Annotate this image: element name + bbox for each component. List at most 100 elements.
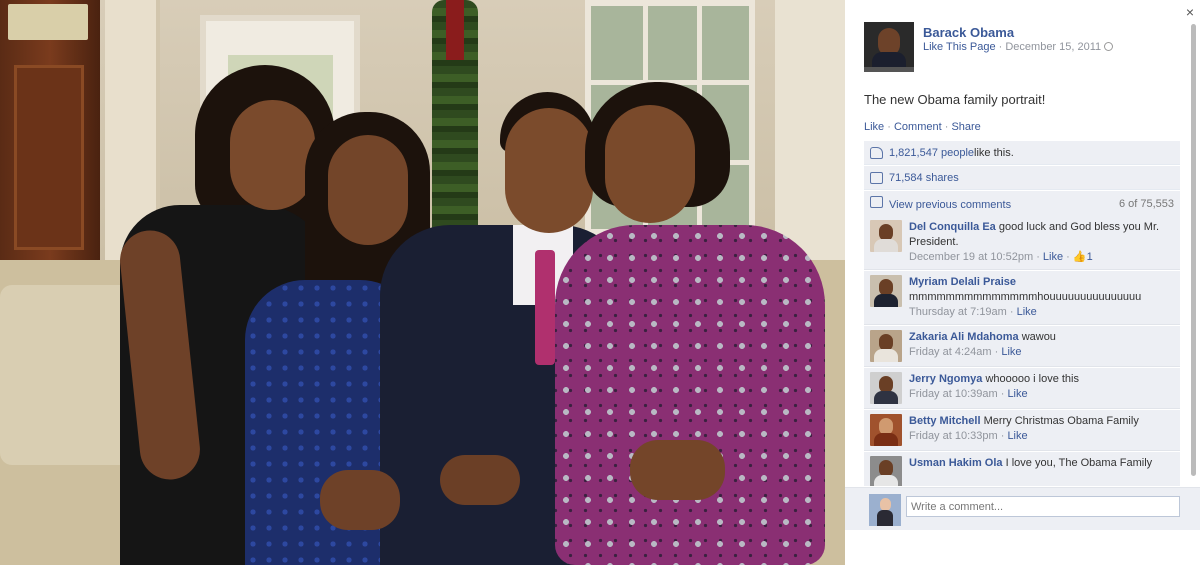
comment-text: wawou	[1021, 331, 1056, 343]
thumbs-up-icon	[870, 146, 883, 159]
comment-meta: Friday at 10:33pm · Like	[909, 430, 1028, 442]
avatar-body	[874, 475, 898, 486]
comment-item: Myriam Delali Praise mmmmmmmmmmmmmmhouuu…	[864, 271, 1180, 325]
commenter-name[interactable]: Zakaria Ali Mdahoma	[909, 331, 1019, 343]
post-side-panel: × Barack Obama Like This Page · December…	[845, 0, 1200, 565]
comment-meta: Friday at 10:39am · Like	[909, 388, 1028, 400]
commenter-avatar[interactable]	[870, 275, 902, 307]
post-header: Barack Obama Like This Page · December 1…	[864, 22, 1184, 74]
avatar-body	[874, 391, 898, 404]
comment-meta: Thursday at 7:19am · Like	[909, 306, 1037, 318]
photo-stage[interactable]	[0, 0, 845, 565]
previous-comments-row: View previous comments 6 of 75,553	[864, 191, 1180, 217]
like-button[interactable]: Like	[864, 121, 884, 133]
sofa-cushion	[0, 285, 140, 465]
commenter-avatar[interactable]	[870, 330, 902, 362]
comment-time[interactable]: Thursday at 7:19am	[909, 306, 1007, 318]
grandfather-clock	[0, 0, 100, 265]
clasped-hands	[440, 455, 520, 505]
person-1-face	[230, 100, 315, 210]
comment-item: Jerry Ngomya whooooo i love this Friday …	[864, 368, 1180, 409]
comment-item: Zakaria Ali Mdahoma wawou Friday at 4:24…	[864, 326, 1180, 367]
like-page-link[interactable]: Like This Page	[923, 41, 996, 53]
avatar-body	[877, 510, 893, 526]
avatar-body	[874, 349, 898, 362]
commenter-avatar[interactable]	[870, 372, 902, 404]
avatar-body	[874, 239, 898, 252]
comment-body: Myriam Delali Praise mmmmmmmmmmmmmmhouuu…	[909, 275, 1174, 320]
shares-link[interactable]: 71,584 shares	[889, 172, 959, 184]
comment-bubble-icon	[870, 196, 883, 208]
comment-like-link[interactable]: Like	[1007, 430, 1027, 442]
comment-time[interactable]: Friday at 10:39am	[909, 388, 998, 400]
comment-like-link[interactable]: Like	[1007, 388, 1027, 400]
post-text: The new Obama family portrait!	[864, 92, 1046, 107]
globe-icon	[1104, 42, 1114, 51]
commenter-name[interactable]: Jerry Ngomya	[909, 373, 982, 385]
share-icon	[870, 171, 883, 184]
comment-time[interactable]: Friday at 4:24am	[909, 346, 992, 358]
page-name-link[interactable]: Barack Obama	[923, 25, 1014, 40]
comment-body: Betty Mitchell Merry Christmas Obama Fam…	[909, 414, 1174, 446]
post-actions: Like · Comment · Share	[864, 121, 981, 133]
separator: ·	[941, 121, 952, 133]
avatar-body	[874, 294, 898, 307]
comment-list[interactable]: Del Conquilla Ea good luck and God bless…	[864, 216, 1180, 486]
comment-composer	[845, 487, 1200, 530]
comment-time[interactable]: December 19 at 10:52pm	[909, 251, 1033, 263]
scrollbar[interactable]	[1191, 24, 1196, 476]
thumbs-up-icon: 👍	[1072, 251, 1087, 263]
clasped-hands	[320, 470, 400, 530]
comment-text: mmmmmmmmmmmmmmhouuuuuuuuuuuuuuu	[909, 291, 1142, 303]
clock-face	[8, 4, 88, 40]
commenter-name[interactable]: Betty Mitchell	[909, 415, 981, 427]
shares-row: 71,584 shares	[864, 166, 1180, 190]
likes-count-link[interactable]: 1,821,547 people	[889, 147, 974, 159]
comment-button[interactable]: Comment	[894, 121, 942, 133]
comment-like-count[interactable]: 1	[1087, 251, 1093, 263]
person-2-face	[328, 135, 408, 245]
comment-body: Del Conquilla Ea good luck and God bless…	[909, 220, 1174, 265]
comment-text: Merry Christmas Obama Family	[983, 415, 1139, 427]
comment-item: Del Conquilla Ea good luck and God bless…	[864, 216, 1180, 270]
separator: ·	[884, 121, 894, 133]
post-date[interactable]: December 15, 2011	[1005, 41, 1101, 53]
comment-like-link[interactable]: Like	[1017, 306, 1037, 318]
page-avatar[interactable]	[864, 22, 914, 72]
comment-body: Usman Hakim Ola I love you, The Obama Fa…	[909, 456, 1174, 486]
comment-like-link[interactable]: Like	[1043, 251, 1063, 263]
comment-meta: December 19 at 10:52pm · Like · 👍1	[909, 251, 1093, 263]
panel-footer	[845, 530, 1200, 565]
viewer-avatar	[869, 494, 901, 526]
comment-item: Betty Mitchell Merry Christmas Obama Fam…	[864, 410, 1180, 451]
commenter-avatar[interactable]	[870, 220, 902, 252]
comment-meta: Friday at 4:24am · Like	[909, 346, 1022, 358]
likes-row: 1,821,547 people like this.	[864, 141, 1180, 165]
clasped-hands	[630, 440, 725, 500]
avatar-body	[874, 433, 898, 446]
comment-body: Zakaria Ali Mdahoma wawou Friday at 4:24…	[909, 330, 1174, 362]
separator: ·	[995, 41, 1006, 53]
commenter-avatar[interactable]	[870, 414, 902, 446]
comment-time[interactable]: Friday at 10:33pm	[909, 430, 998, 442]
commenter-name[interactable]: Del Conquilla Ea	[909, 221, 996, 233]
garland-ribbon	[446, 0, 464, 60]
commenter-avatar[interactable]	[870, 456, 902, 486]
comment-text: I love you, The Obama Family	[1005, 457, 1153, 469]
comment-like-link[interactable]: Like	[1001, 346, 1021, 358]
person-4-face	[605, 105, 695, 223]
avatar-caption-bar	[864, 67, 914, 72]
share-button[interactable]: Share	[951, 121, 980, 133]
comment-body: Jerry Ngomya whooooo i love this Friday …	[909, 372, 1174, 404]
view-previous-comments-link[interactable]: View previous comments	[889, 199, 1011, 211]
write-comment-input[interactable]	[906, 496, 1180, 517]
commenter-name[interactable]: Usman Hakim Ola	[909, 457, 1003, 469]
comment-item: Usman Hakim Ola I love you, The Obama Fa…	[864, 452, 1180, 486]
likes-suffix: like this.	[974, 146, 1014, 159]
clock-door	[14, 65, 84, 250]
close-icon[interactable]: ×	[1184, 5, 1196, 19]
person-4-purple-dress	[555, 225, 825, 565]
commenter-name[interactable]: Myriam Delali Praise	[909, 276, 1016, 288]
post-meta: Like This Page · December 15, 2011	[923, 41, 1114, 53]
comment-text: whooooo i love this	[985, 373, 1079, 385]
